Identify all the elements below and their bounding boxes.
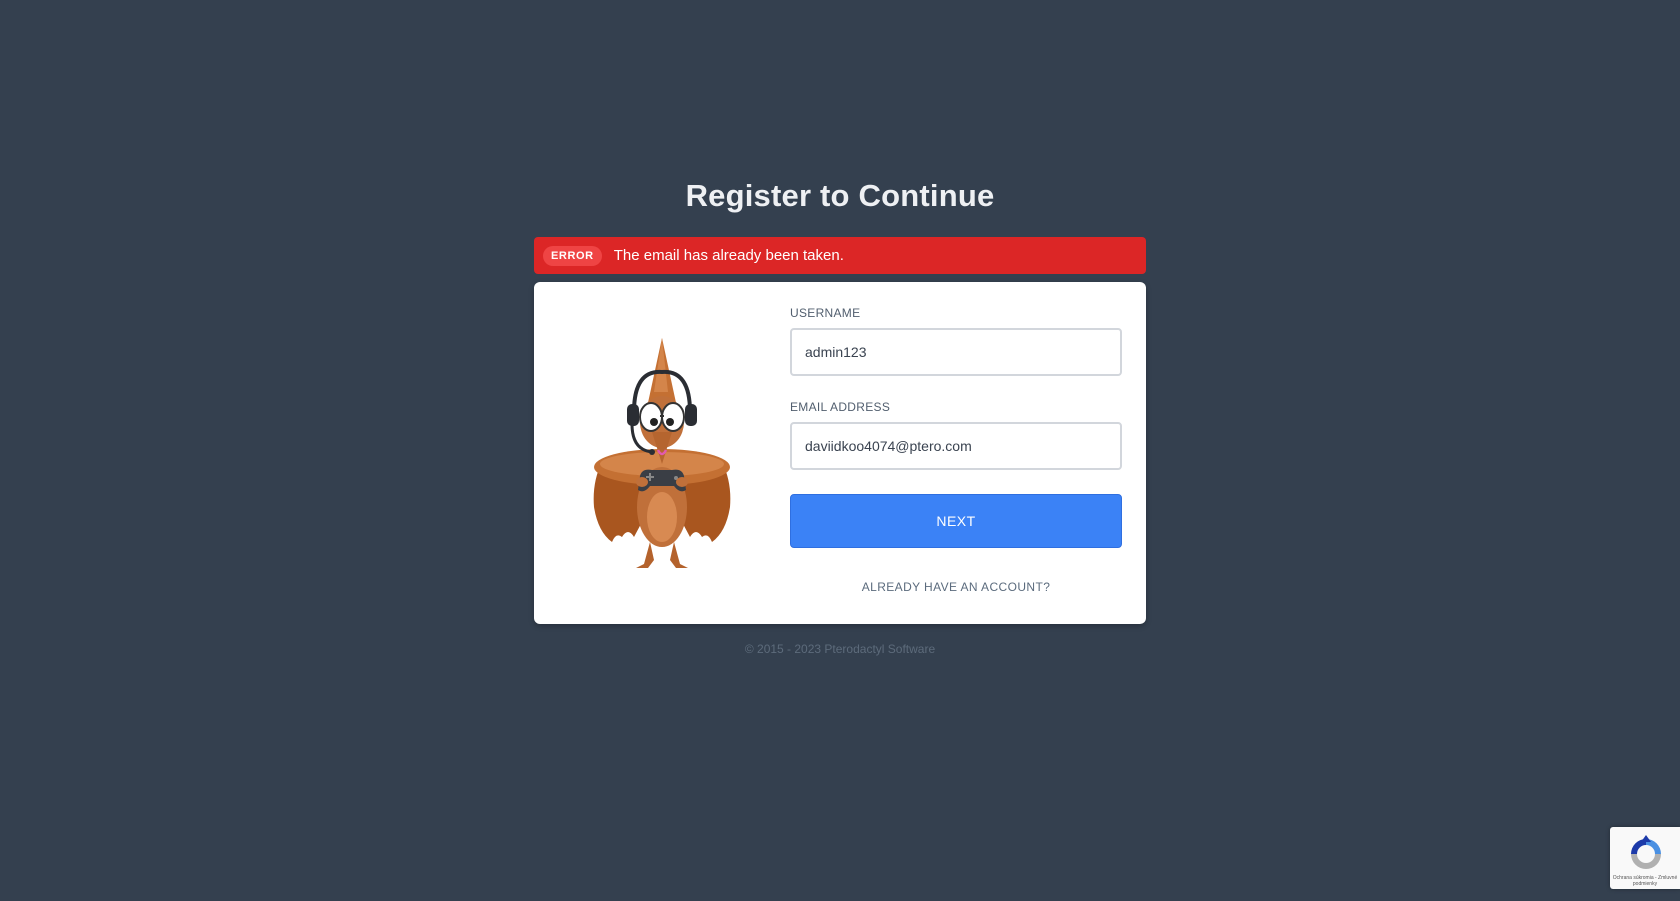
recaptcha-badge[interactable]: Ochrana súkromia - Zmluvné podmienky bbox=[1610, 827, 1680, 889]
already-have-account-link[interactable]: ALREADY HAVE AN ACCOUNT? bbox=[790, 580, 1122, 594]
copyright-footer: © 2015 - 2023 Pterodactyl Software bbox=[744, 642, 936, 656]
email-label: EMAIL ADDRESS bbox=[790, 400, 891, 414]
email-field-group: EMAIL ADDRESS bbox=[790, 400, 1122, 470]
recaptcha-terms[interactable]: Ochrana súkromia - Zmluvné podmienky bbox=[1610, 875, 1680, 887]
page-title: Register to Continue bbox=[685, 178, 995, 213]
pterodactyl-mascot-icon bbox=[593, 338, 731, 568]
username-label: USERNAME bbox=[790, 306, 861, 320]
username-field-group: USERNAME bbox=[790, 306, 1122, 376]
register-form: USERNAME EMAIL ADDRESS NEXT ALREADY HAVE… bbox=[790, 306, 1122, 594]
register-page: Register to Continue ERROR The email has… bbox=[0, 0, 1680, 901]
error-alert: ERROR The email has already been taken. bbox=[534, 237, 1146, 274]
error-message: The email has already been taken. bbox=[613, 247, 844, 264]
next-button[interactable]: NEXT bbox=[790, 494, 1122, 548]
recaptcha-icon bbox=[1631, 835, 1661, 869]
email-input[interactable] bbox=[790, 422, 1122, 470]
username-input[interactable] bbox=[790, 328, 1122, 376]
error-badge: ERROR bbox=[543, 245, 602, 266]
register-card: USERNAME EMAIL ADDRESS NEXT ALREADY HAVE… bbox=[534, 282, 1146, 624]
